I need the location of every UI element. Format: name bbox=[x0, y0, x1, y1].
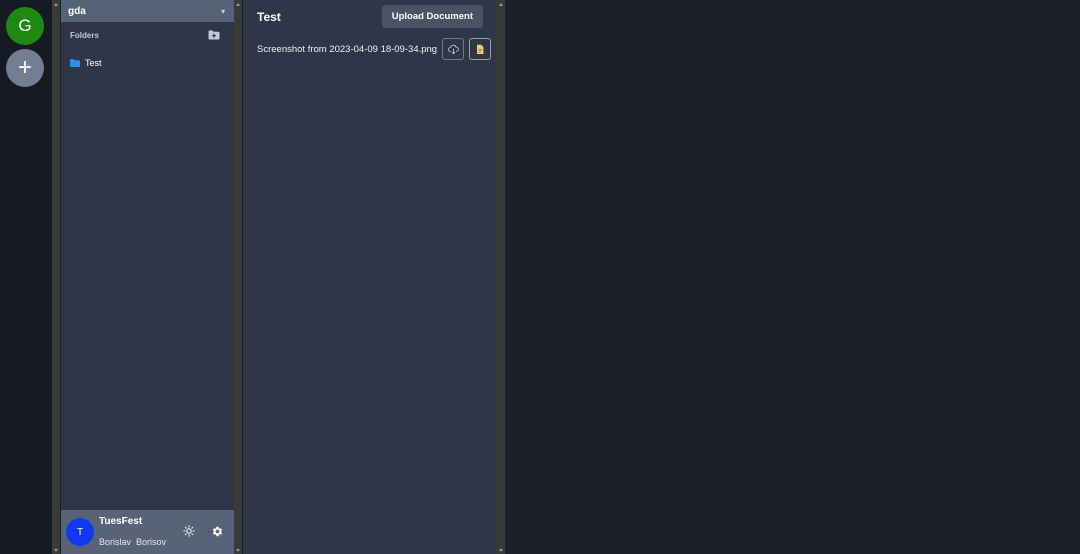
upload-document-button[interactable]: Upload Document bbox=[381, 5, 483, 28]
folder-plus-icon[interactable] bbox=[208, 30, 220, 40]
page-title: Test bbox=[257, 9, 281, 24]
scroll-up-icon[interactable] bbox=[497, 1, 505, 7]
folder-icon bbox=[70, 59, 80, 67]
file-name[interactable]: Screenshot from 2023-04-09 18-09-34.png bbox=[257, 44, 437, 55]
open-document-button[interactable] bbox=[469, 38, 492, 60]
user-full-name: Borislav Borisov bbox=[99, 537, 167, 547]
scroll-up-icon[interactable] bbox=[52, 1, 60, 7]
folder-name: Test bbox=[85, 58, 102, 68]
add-server-button[interactable]: + bbox=[6, 49, 44, 87]
folders-header: Folders bbox=[61, 23, 234, 47]
gear-icon bbox=[212, 526, 222, 536]
sidebar: gda ▾ Folders Test T TuesFest Borislav B… bbox=[61, 0, 234, 554]
user-panel: T TuesFest Borislav Borisov bbox=[61, 510, 234, 554]
list-item: Screenshot from 2023-04-09 18-09-34.png bbox=[243, 37, 497, 61]
sun-icon bbox=[183, 525, 195, 537]
scroll-up-icon[interactable] bbox=[234, 1, 242, 7]
avatar[interactable]: T bbox=[66, 518, 94, 546]
download-button[interactable] bbox=[442, 38, 465, 60]
scrollbar[interactable] bbox=[52, 0, 60, 554]
server-rail: G + bbox=[0, 0, 52, 554]
server-g-button[interactable]: G bbox=[6, 7, 44, 45]
cloud-download-icon bbox=[447, 44, 459, 54]
document-panel: Test Upload Document Screenshot from 202… bbox=[243, 0, 497, 554]
scrollbar[interactable] bbox=[234, 0, 242, 554]
document-panel-header: Test Upload Document bbox=[243, 0, 497, 33]
scrollbar[interactable] bbox=[497, 0, 505, 554]
username: TuesFest bbox=[99, 516, 143, 527]
folder-item-test[interactable]: Test bbox=[61, 55, 234, 71]
document-icon bbox=[477, 44, 484, 54]
scroll-down-icon[interactable] bbox=[497, 547, 505, 553]
scroll-down-icon[interactable] bbox=[52, 547, 60, 553]
scroll-down-icon[interactable] bbox=[234, 547, 242, 553]
theme-toggle-button[interactable] bbox=[182, 524, 196, 538]
workspace-name: gda bbox=[68, 5, 86, 17]
settings-button[interactable] bbox=[210, 524, 224, 538]
folders-label: Folders bbox=[70, 30, 99, 40]
chevron-down-icon: ▾ bbox=[220, 6, 225, 16]
workspace-selector[interactable]: gda ▾ bbox=[61, 0, 234, 22]
